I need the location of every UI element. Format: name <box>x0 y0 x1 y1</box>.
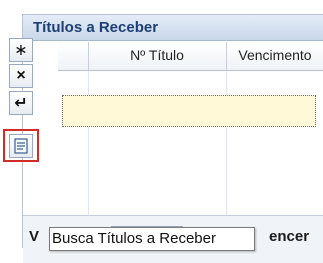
new-record-button[interactable]: ∗ <box>9 38 33 62</box>
column-header-vencimento[interactable]: Vencimento <box>226 42 323 70</box>
close-icon: × <box>16 67 26 84</box>
column-header-numero-titulo[interactable]: Nº Título <box>88 42 227 70</box>
grid-divider <box>88 71 89 221</box>
panel-title: Títulos a Receber <box>23 15 323 41</box>
enter-arrow-icon: ↵ <box>14 95 28 112</box>
editing-row[interactable] <box>62 95 316 127</box>
grid-body[interactable] <box>58 71 323 221</box>
grid-header-selector <box>58 42 89 70</box>
confirm-record-button[interactable]: ↵ <box>9 91 33 115</box>
search-titles-button[interactable] <box>9 134 33 158</box>
asterisk-icon: ∗ <box>14 42 28 59</box>
grid-divider <box>226 71 227 221</box>
delete-record-button[interactable]: × <box>9 64 33 88</box>
grid-header: Nº Título Vencimento <box>58 42 323 71</box>
footer-label-left: V <box>29 228 40 245</box>
tooltip: Busca Títulos a Receber <box>49 227 255 251</box>
titulos-panel: Títulos a Receber Nº Título Vencimento V… <box>22 14 323 263</box>
search-list-icon <box>14 138 28 154</box>
footer-label-right: encer <box>269 228 310 245</box>
